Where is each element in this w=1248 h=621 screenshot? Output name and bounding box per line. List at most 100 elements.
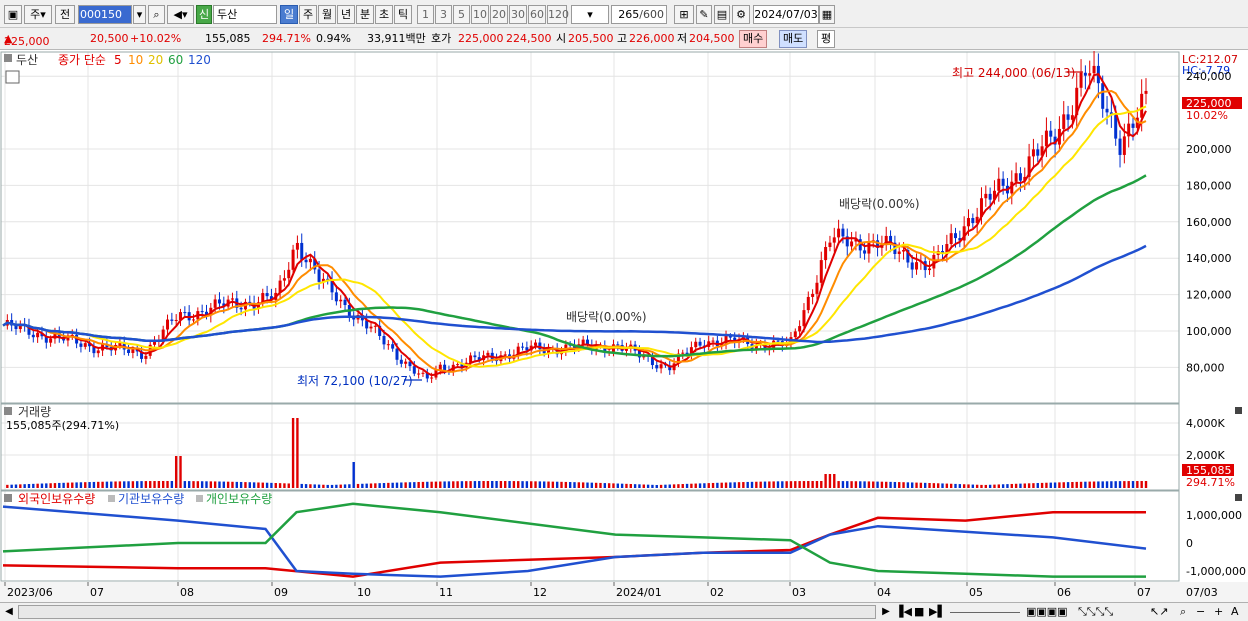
period-tab-4[interactable]: 분 (356, 5, 374, 24)
interval-dropdown[interactable]: ▾ (571, 5, 609, 24)
open-value: 205,500 (568, 32, 614, 45)
volume-bar (504, 481, 507, 488)
candle-body (31, 334, 35, 338)
candle-body (1031, 149, 1035, 157)
interval-button-60[interactable]: 60 (528, 5, 546, 24)
volume-bar (1136, 481, 1139, 488)
settings-icon[interactable]: ⚙ (732, 5, 750, 24)
volume-bar (469, 481, 472, 488)
volume-bar (763, 481, 767, 488)
window-menu-icon[interactable]: ▣ (4, 5, 22, 24)
stock-code-input[interactable]: 000150 (78, 5, 132, 24)
candle-body (694, 341, 698, 348)
volume-bar (304, 484, 308, 488)
font-size-icon[interactable]: A (1231, 604, 1239, 620)
x-tick-label: 11 (439, 586, 453, 599)
draw-tool-icon[interactable]: ✎ (696, 5, 712, 24)
candle-body (127, 349, 131, 353)
volume-bar (1075, 481, 1078, 488)
speaker-icon[interactable]: ◀▾ (167, 5, 194, 24)
period-tab-3[interactable]: 년 (337, 5, 355, 24)
holdings-panel-close-icon[interactable] (1235, 494, 1242, 501)
interval-button-120[interactable]: 120 (547, 5, 569, 24)
volume-bar (1114, 481, 1117, 488)
stock-name-field[interactable]: 두산 (213, 5, 277, 24)
count-input[interactable]: 265/600 (611, 5, 667, 24)
volume-bar (278, 483, 282, 488)
interval-button-30[interactable]: 30 (509, 5, 527, 24)
volume-bar (603, 483, 607, 488)
period-tab-0[interactable]: 일 (280, 5, 298, 24)
candle-body (850, 241, 854, 247)
candle-body (1036, 149, 1040, 156)
volume-panel-close-icon[interactable] (1235, 407, 1242, 414)
volume-bar (564, 481, 568, 488)
scroll-left-icon[interactable]: ◀ (2, 605, 16, 619)
candle-body (815, 282, 819, 294)
period-tab-6[interactable]: 틱 (394, 5, 412, 24)
zoom-in-icon[interactable]: + (1214, 604, 1223, 620)
calendar-icon[interactable]: ▦ (819, 5, 835, 24)
volume-bar (724, 482, 728, 488)
volume-bar (833, 474, 836, 488)
scroll-right-icon[interactable]: ▶ (879, 605, 893, 619)
volume-bar (668, 484, 671, 488)
period-tab-1[interactable]: 주 (299, 5, 317, 24)
avg-button[interactable]: 평 (817, 30, 836, 48)
scroll-thumb[interactable] (18, 605, 876, 619)
volume-bar (430, 481, 433, 488)
volume-value: 155,085 (205, 32, 251, 45)
volume-bar (794, 481, 797, 488)
volume-bar (495, 481, 498, 488)
bid-label: 호가 (431, 32, 452, 45)
chart-scrollbar[interactable]: ◀ ▶ ▐◀ ■ ▶▌ ▣▣▣▣ ⤡⤡⤡⤡ ↖↗ ⌕ − + A (0, 602, 1248, 621)
save-icon[interactable]: ▤ (714, 5, 730, 24)
last-page-icon[interactable]: ▶▌ (929, 604, 946, 620)
interval-button-1[interactable]: 1 (417, 5, 434, 24)
volume-bar (274, 483, 277, 488)
holdings-y-tick: 0 (1186, 537, 1193, 550)
holdings-y-tick: 1,000,000 (1186, 509, 1242, 522)
volume-bar (84, 482, 87, 488)
chart-canvas[interactable]: 두산 종가 단순 5 10 20 60 120 최고 244,000 (06/1… (0, 50, 1248, 602)
volume-bar (781, 481, 784, 488)
panel-icon[interactable] (4, 54, 12, 62)
period-tab-5[interactable]: 초 (375, 5, 393, 24)
x-tick-label: 04 (877, 586, 891, 599)
zoom-icon[interactable]: ⌕ (1180, 604, 1186, 620)
candle-body (144, 355, 148, 359)
volume-panel-icon[interactable] (4, 407, 12, 415)
period-tab-2[interactable]: 월 (318, 5, 336, 24)
volume-bar (837, 481, 840, 488)
arrow-tool-icon[interactable]: ↖↗ (1150, 604, 1168, 620)
zoom-out-icon[interactable]: − (1196, 604, 1205, 620)
stop-icon[interactable]: ■ (914, 604, 924, 620)
candle-body (659, 364, 663, 369)
layout-icons[interactable]: ▣▣▣▣ (1026, 604, 1068, 620)
buy-button[interactable]: 매수 (739, 30, 768, 48)
interval-button-5[interactable]: 5 (453, 5, 470, 24)
candle-body (867, 242, 871, 254)
interval-button-20[interactable]: 20 (490, 5, 508, 24)
table-toggle-icon[interactable] (5, 70, 20, 84)
chart-area[interactable]: 두산 종가 단순 5 10 20 60 120 최고 244,000 (06/1… (0, 50, 1248, 602)
first-page-icon[interactable]: ▐◀ (895, 604, 912, 620)
zoom-slider[interactable] (950, 612, 1020, 613)
candle-body (655, 365, 659, 369)
search-icon[interactable]: ⌕ (148, 5, 165, 24)
ma-legend-60: 60 (168, 53, 183, 67)
interval-button-10[interactable]: 10 (471, 5, 489, 24)
count-total: /600 (639, 8, 664, 21)
sell-button[interactable]: 매도 (779, 30, 808, 48)
code-dropdown-icon[interactable]: ▾ (133, 5, 146, 24)
tool-icons[interactable]: ⤡⤡⤡⤡ (1078, 604, 1113, 620)
interval-button-3[interactable]: 3 (435, 5, 452, 24)
candle-body (1083, 72, 1087, 76)
volume-bar (434, 481, 438, 488)
volume-bar (880, 481, 884, 488)
date-input[interactable]: 2024/07/03 (753, 5, 819, 24)
prev-button[interactable]: 전 (55, 5, 75, 24)
candle-style-icon[interactable]: ⊞ (674, 5, 694, 24)
holdings-panel-icon[interactable] (4, 494, 12, 502)
stock-type-select[interactable]: 주▾ (24, 5, 52, 24)
